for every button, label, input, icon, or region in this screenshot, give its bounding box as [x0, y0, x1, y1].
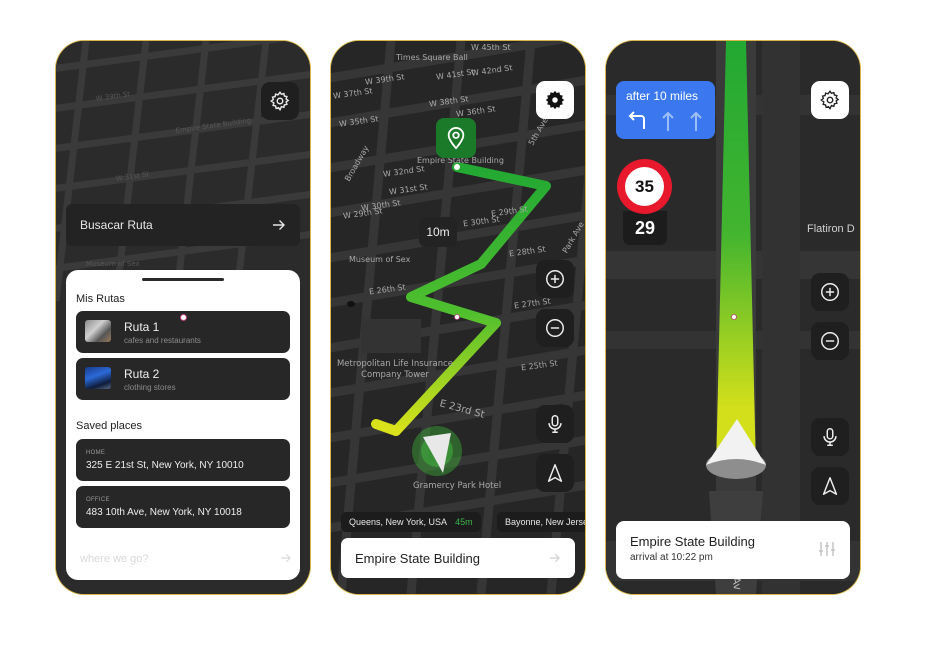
minus-circle-icon	[546, 319, 564, 337]
navigation-arrow-icon	[822, 477, 838, 495]
current-speed: 29	[623, 211, 667, 245]
where-input[interactable]: where we go?	[80, 553, 292, 565]
saved-place-office[interactable]: OFFICE 483 10th Ave, New York, NY 10018	[76, 486, 290, 528]
place-address: 483 10th Ave, New York, NY 10018	[86, 507, 242, 518]
location-pin-icon	[447, 127, 465, 150]
speed-limit-sign: 35	[617, 159, 672, 214]
trip-chip-1[interactable]: Queens, New York, USA 45m	[341, 512, 481, 532]
landmark-label: Times Square Ball	[396, 53, 468, 62]
search-route-label: Busacar Ruta	[80, 218, 153, 232]
chip-place: Queens, New York, USA	[349, 517, 448, 527]
trip-chip-2[interactable]: Bayonne, New Jersey	[497, 512, 585, 532]
place-label: HOME	[86, 450, 106, 456]
route-thumbnail	[85, 320, 111, 342]
turn-left-arrow-icon	[628, 111, 645, 129]
route-name: Ruta 2	[124, 367, 160, 381]
speed-limit-value: 35	[625, 167, 664, 206]
routes-sheet: Mis Rutas Ruta 1 cafes and restaurants R…	[66, 270, 300, 580]
turn-distance: after 10 miles	[626, 89, 699, 103]
settings-button[interactable]	[261, 82, 299, 120]
my-routes-title: Mis Rutas	[76, 293, 125, 305]
destination-name: Empire State Building	[355, 550, 481, 566]
voice-button[interactable]	[536, 405, 574, 443]
landmark-label: Metropolitan Life Insurance Company Towe…	[336, 359, 454, 380]
minus-circle-icon	[821, 332, 839, 350]
cursor-dot	[181, 315, 186, 320]
route-card-2[interactable]: Ruta 2 clothing stores	[76, 358, 290, 400]
microphone-icon	[548, 415, 562, 433]
where-input-placeholder: where we go?	[80, 553, 149, 565]
settings-button[interactable]	[536, 81, 574, 119]
zoom-in-button[interactable]	[811, 273, 849, 311]
straight-arrow-icon	[662, 111, 674, 131]
settings-button[interactable]	[811, 81, 849, 119]
sheet-handle[interactable]	[142, 278, 224, 281]
svg-text:Museum of Sex: Museum of Sex	[86, 260, 140, 268]
zoom-in-button[interactable]	[536, 260, 574, 298]
route-subtitle: cafes and restaurants	[124, 336, 201, 345]
phone-screen-navigation: Flatiron D Av after 10 miles 29 35 Empir…	[606, 41, 860, 594]
distance-badge: 10m	[419, 217, 457, 247]
route-name: Ruta 1	[124, 320, 160, 334]
recenter-button[interactable]	[811, 467, 849, 505]
voice-button[interactable]	[811, 418, 849, 456]
arrow-right-icon	[550, 553, 560, 563]
plus-circle-icon	[821, 283, 839, 301]
place-address: 325 E 21st St, New York, NY 10010	[86, 460, 244, 471]
trip-info-card[interactable]: Empire State Building arrival at 10:22 p…	[616, 521, 850, 579]
start-label: Gramercy Park Hotel	[413, 481, 502, 491]
straight-arrow-icon	[690, 111, 702, 131]
arrival-time: arrival at 10:22 pm	[630, 552, 713, 563]
zoom-out-button[interactable]	[536, 309, 574, 347]
microphone-icon	[823, 428, 837, 446]
chip-place: Bayonne, New Jersey	[505, 517, 585, 527]
route-thumbnail	[85, 367, 111, 389]
destination-pin[interactable]	[436, 118, 476, 158]
route-subtitle: clothing stores	[124, 383, 176, 392]
gear-icon	[820, 90, 840, 111]
saved-place-home[interactable]: HOME 325 E 21st St, New York, NY 10010	[76, 439, 290, 481]
phone-screen-route-preview: W 45th St Times Square Ball W 42nd St W …	[331, 41, 585, 594]
gear-icon	[545, 90, 565, 110]
destination-bar[interactable]: Empire State Building	[341, 538, 575, 578]
arrow-right-icon	[281, 553, 291, 563]
place-label: OFFICE	[86, 497, 110, 503]
arrow-right-icon	[273, 220, 285, 230]
street-label: W 45th St	[471, 43, 511, 52]
destination-name: Empire State Building	[630, 534, 756, 549]
search-route-bar[interactable]: Busacar Ruta	[66, 204, 300, 246]
filter-sliders-icon[interactable]	[818, 541, 836, 557]
gear-icon	[270, 91, 290, 112]
plus-circle-icon	[546, 270, 564, 288]
phone-screen-routes: W 39th St Empire State Building W 31st S…	[56, 41, 310, 594]
turn-instruction-banner: after 10 miles	[616, 81, 715, 139]
saved-places-title: Saved places	[76, 420, 143, 432]
navigation-arrow-icon	[547, 464, 563, 482]
recenter-button[interactable]	[536, 454, 574, 492]
map-place-label: Flatiron D	[807, 223, 855, 235]
chip-time: 45m	[455, 517, 473, 527]
landmark-label: Museum of Sex	[349, 255, 411, 264]
zoom-out-button[interactable]	[811, 322, 849, 360]
